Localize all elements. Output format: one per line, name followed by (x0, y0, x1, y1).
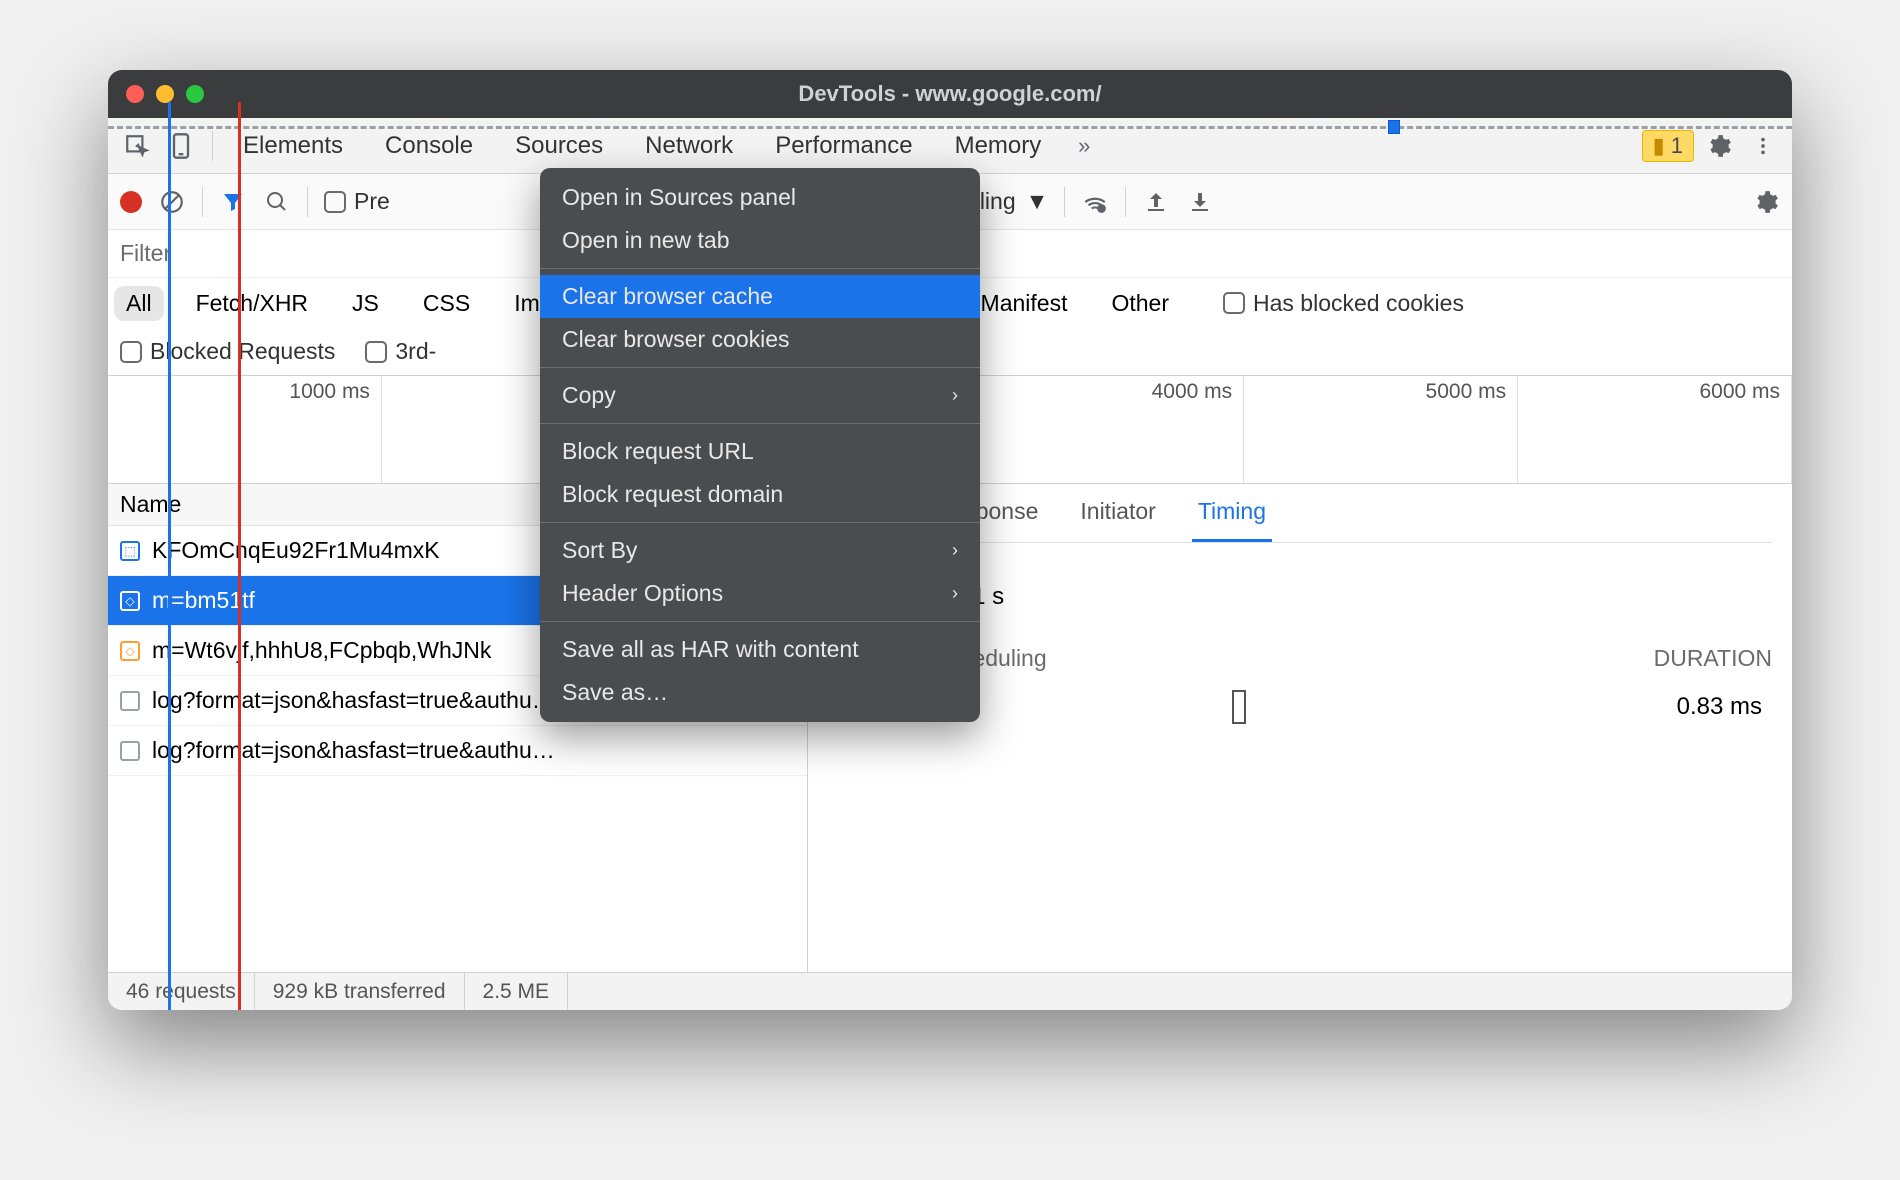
context-menu-item[interactable]: Open in new tab (540, 219, 980, 262)
settings-icon[interactable] (1700, 127, 1738, 165)
queueing-bar (1232, 690, 1246, 724)
file-icon: ◇ (120, 591, 140, 611)
third-party-checkbox[interactable]: 3rd- (365, 338, 436, 365)
status-size: 2.5 ME (465, 973, 569, 1010)
status-transferred: 929 kB transferred (255, 973, 465, 1010)
context-menu-item[interactable]: Clear browser cookies (540, 318, 980, 361)
context-menu-item[interactable]: Sort By› (540, 529, 980, 572)
status-requests: 46 requests (108, 973, 255, 1010)
filter-other[interactable]: Other (1099, 286, 1181, 321)
filter-all[interactable]: All (114, 286, 164, 321)
file-icon (120, 691, 140, 711)
context-menu-item[interactable]: Block request URL (540, 430, 980, 473)
request-row[interactable]: log?format=json&hasfast=true&authu… (108, 726, 807, 776)
issues-count: 1 (1671, 133, 1683, 159)
maximize-window-button[interactable] (186, 85, 204, 103)
filter-js[interactable]: JS (340, 286, 391, 321)
file-icon (120, 741, 140, 761)
network-conditions-icon[interactable] (1081, 188, 1109, 216)
tab-timing[interactable]: Timing (1192, 484, 1272, 542)
status-bar: 46 requests 929 kB transferred 2.5 ME (108, 972, 1792, 1010)
issues-badge[interactable]: ▮ 1 (1642, 130, 1694, 162)
context-menu-item[interactable]: Header Options› (540, 572, 980, 615)
clear-icon[interactable] (158, 188, 186, 216)
titlebar: DevTools - www.google.com/ (108, 70, 1792, 118)
minimize-window-button[interactable] (156, 85, 174, 103)
traffic-lights (126, 85, 204, 103)
chevron-right-icon: › (952, 583, 958, 604)
context-menu-item[interactable]: Save all as HAR with content (540, 628, 980, 671)
file-icon: ⬚ (120, 541, 140, 561)
window-title: DevTools - www.google.com/ (798, 81, 1101, 107)
record-button[interactable] (120, 191, 142, 213)
chevron-right-icon: › (952, 385, 958, 406)
more-tabs-icon[interactable]: » (1065, 127, 1103, 165)
search-icon[interactable] (263, 188, 291, 216)
tab-initiator[interactable]: Initiator (1074, 484, 1161, 542)
chevron-down-icon: ▼ (1026, 188, 1049, 215)
warning-icon: ▮ (1653, 133, 1665, 159)
filter-icon[interactable] (219, 188, 247, 216)
context-menu-item[interactable]: Save as… (540, 671, 980, 714)
close-window-button[interactable] (126, 85, 144, 103)
file-icon: ◇ (120, 641, 140, 661)
kebab-menu-icon[interactable] (1744, 127, 1782, 165)
blocked-requests-checkbox[interactable]: Blocked Requests (120, 338, 335, 365)
preserve-log-checkbox[interactable]: Pre (324, 188, 390, 215)
filter-manifest[interactable]: Manifest (969, 286, 1080, 321)
has-blocked-cookies-checkbox[interactable]: Has blocked cookies (1223, 290, 1464, 317)
context-menu: Open in Sources panelOpen in new tab Clea… (540, 168, 980, 722)
context-menu-item[interactable]: Block request domain (540, 473, 980, 516)
chevron-right-icon: › (952, 540, 958, 561)
filter-css[interactable]: CSS (411, 286, 482, 321)
context-menu-item[interactable]: Clear browser cache (540, 275, 980, 318)
filter-fetch-xhr[interactable]: Fetch/XHR (184, 286, 320, 321)
inspect-icon[interactable] (118, 127, 156, 165)
context-menu-item[interactable]: Copy› (540, 374, 980, 417)
network-settings-icon[interactable] (1752, 188, 1780, 216)
context-menu-item[interactable]: Open in Sources panel (540, 176, 980, 219)
download-har-icon[interactable] (1186, 188, 1214, 216)
upload-har-icon[interactable] (1142, 188, 1170, 216)
filter-input[interactable]: Filter (120, 240, 171, 267)
